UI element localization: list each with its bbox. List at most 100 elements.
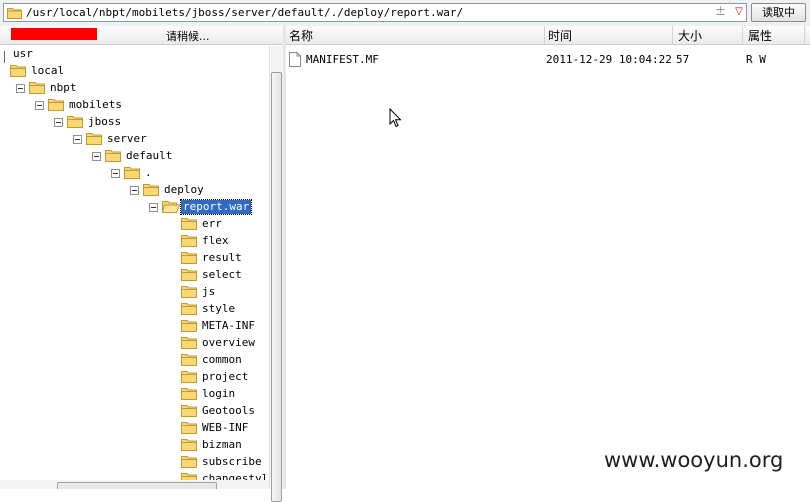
tree-node-label: jboss xyxy=(88,115,122,128)
file-icon xyxy=(289,52,301,70)
column-header-time[interactable]: 时间 xyxy=(548,27,572,44)
folder-icon xyxy=(181,268,197,284)
folder-icon xyxy=(105,149,121,165)
folder-icon xyxy=(10,64,26,80)
tree-node[interactable]: jboss xyxy=(0,114,270,131)
tree-node-label: mobilets xyxy=(69,98,122,111)
tree-node-label: style xyxy=(202,302,236,315)
collapse-toggle-icon[interactable] xyxy=(16,84,25,93)
column-header-size[interactable]: 大小 xyxy=(678,27,702,44)
tree-node[interactable]: result xyxy=(0,250,270,267)
redaction-bar xyxy=(11,28,97,40)
tree-node[interactable]: bizman xyxy=(0,437,270,454)
path-input[interactable]: /usr/local/nbpt/mobilets/jboss/server/de… xyxy=(3,3,747,22)
folder-icon xyxy=(181,234,197,250)
folder-icon xyxy=(181,319,197,335)
file-list: MANIFEST.MF 2011-12-29 10:04:22 57 R W xyxy=(286,46,810,489)
folder-icon xyxy=(181,285,197,301)
column-divider[interactable] xyxy=(742,26,743,44)
tree-scroll-thumb[interactable] xyxy=(271,72,282,502)
tree-node[interactable]: usr xyxy=(0,46,270,63)
tree-node-label: META-INF xyxy=(202,319,255,332)
dropdown-arrow-icon[interactable]: ▽ xyxy=(732,5,746,19)
tree-node[interactable]: META-INF xyxy=(0,318,270,335)
tree-node[interactable]: project xyxy=(0,369,270,386)
collapse-toggle-icon[interactable] xyxy=(149,203,158,212)
tree-node-label: common xyxy=(202,353,242,366)
tree-node-label: result xyxy=(202,251,242,264)
folder-icon xyxy=(124,166,140,182)
column-header-attr[interactable]: 属性 xyxy=(748,27,772,44)
column-divider[interactable] xyxy=(804,26,805,44)
folder-icon xyxy=(48,98,64,114)
tree-node[interactable]: server xyxy=(0,131,270,148)
collapse-toggle-icon[interactable] xyxy=(35,101,44,110)
tree-node-label: project xyxy=(202,370,249,383)
loading-status: 请稍候... xyxy=(166,30,210,43)
collapse-toggle-icon[interactable] xyxy=(92,152,101,161)
folder-icon xyxy=(181,217,197,233)
tree-node[interactable]: Geotools xyxy=(0,403,270,420)
tree-node[interactable]: subscribe xyxy=(0,454,270,471)
tree-node-label: Geotools xyxy=(202,404,255,417)
tree-node[interactable]: err xyxy=(0,216,270,233)
tree-node[interactable]: . xyxy=(0,165,270,182)
tree-node[interactable]: local xyxy=(0,63,270,80)
tree-node-label: subscribe xyxy=(202,455,262,468)
collapse-toggle-icon[interactable] xyxy=(54,118,63,127)
collapse-toggle-icon[interactable] xyxy=(111,169,120,178)
folder-icon xyxy=(181,387,197,403)
tree-node[interactable]: mobilets xyxy=(0,97,270,114)
folder-icon xyxy=(161,200,181,216)
plus-minus-icon[interactable]: ± xyxy=(715,4,726,19)
tree-node-label: nbpt xyxy=(50,81,77,94)
folder-icon xyxy=(181,438,197,454)
collapse-toggle-icon[interactable] xyxy=(73,135,82,144)
folder-icon xyxy=(181,302,197,318)
tree-node-label: err xyxy=(202,217,222,230)
tree-node[interactable]: select xyxy=(0,267,270,284)
folder-icon xyxy=(181,251,197,267)
read-button[interactable]: 读取中 xyxy=(751,3,806,22)
file-attr: R W xyxy=(746,53,766,66)
column-divider[interactable] xyxy=(672,26,673,44)
tree-node-label: flex xyxy=(202,234,229,247)
tree-node[interactable]: nbpt xyxy=(0,80,270,97)
folder-icon xyxy=(29,81,45,97)
tree-node[interactable]: login xyxy=(0,386,270,403)
file-row[interactable]: MANIFEST.MF 2011-12-29 10:04:22 57 R W xyxy=(286,52,810,68)
collapse-toggle-icon[interactable] xyxy=(130,186,139,195)
tree-node[interactable]: style xyxy=(0,301,270,318)
column-divider[interactable] xyxy=(544,26,545,44)
file-name: MANIFEST.MF xyxy=(306,53,379,66)
folder-icon xyxy=(181,404,197,420)
folder-icon xyxy=(143,183,159,199)
tree-node-label: local xyxy=(31,64,65,77)
column-header-name[interactable]: 名称 xyxy=(289,27,313,44)
tree-node[interactable]: WEB-INF xyxy=(0,420,270,437)
tree-node-label: default xyxy=(126,149,173,162)
tree-node-label: js xyxy=(202,285,216,298)
file-time: 2011-12-29 10:04:22 xyxy=(546,53,672,66)
tree-node[interactable]: report.war xyxy=(0,199,270,216)
tree-horizontal-scrollbar[interactable] xyxy=(0,480,269,489)
tree-node-label: report.war xyxy=(179,199,253,215)
tree-node[interactable]: common xyxy=(0,352,270,369)
tree-vertical-scrollbar[interactable] xyxy=(269,46,283,502)
tree-header: 请稍候... xyxy=(0,26,284,45)
tree-node[interactable]: js xyxy=(0,284,270,301)
tree-hscroll-thumb[interactable] xyxy=(57,482,217,489)
folder-icon xyxy=(181,421,197,437)
folder-icon xyxy=(86,132,102,148)
tree-node[interactable]: default xyxy=(0,148,270,165)
tree-node-label: . xyxy=(145,166,152,179)
tree-node[interactable]: flex xyxy=(0,233,270,250)
tree-node[interactable]: deploy xyxy=(0,182,270,199)
folder-icon xyxy=(181,370,197,386)
tree-node-label: usr xyxy=(13,47,33,60)
path-text: /usr/local/nbpt/mobilets/jboss/server/de… xyxy=(26,6,464,19)
tree-node[interactable]: overview xyxy=(0,335,270,352)
folder-icon xyxy=(181,455,197,471)
tree-node-label: select xyxy=(202,268,242,281)
folder-icon xyxy=(181,353,197,369)
